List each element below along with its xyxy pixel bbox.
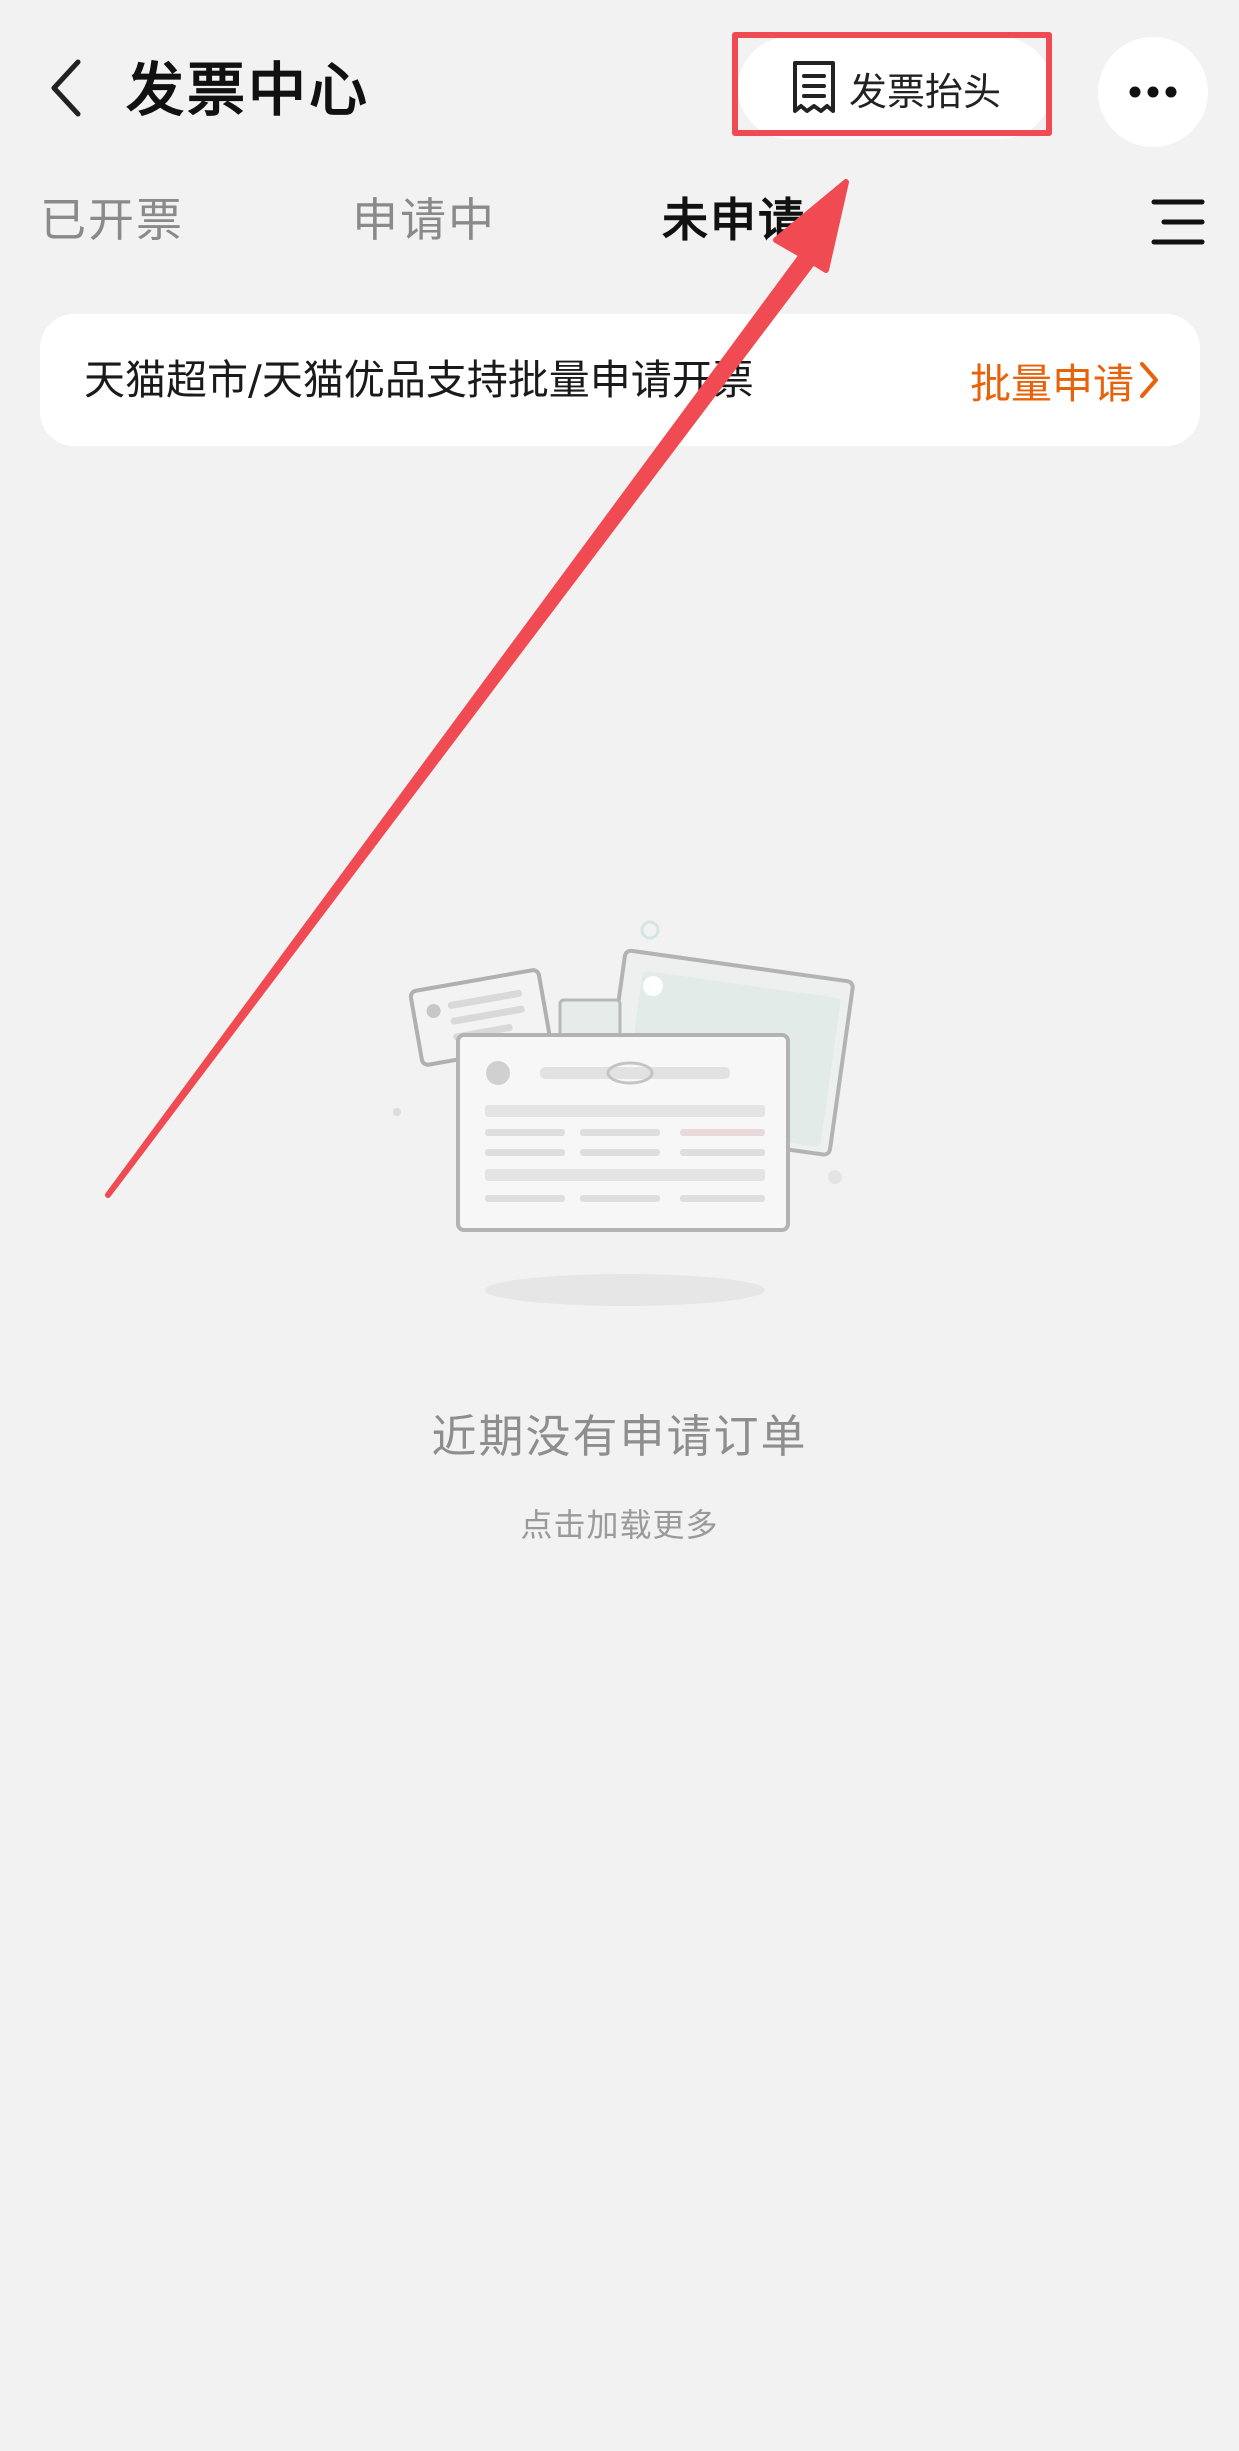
document-list-icon xyxy=(792,61,835,113)
back-button[interactable] xyxy=(36,52,96,124)
tab-applying[interactable]: 申请中 xyxy=(352,180,496,260)
banner-text: 天猫超市/天猫优品支持批量申请开票 xyxy=(84,356,754,404)
invoice-title-label: 发票抬头 xyxy=(848,69,1001,114)
batch-apply-label: 批量申请 xyxy=(970,360,1134,408)
batch-apply-link[interactable]: 批量申请 xyxy=(970,314,1160,446)
chevron-right-icon xyxy=(1140,362,1158,398)
empty-invoice-illustration xyxy=(393,920,855,1306)
batch-apply-banner: 天猫超市/天猫优品支持批量申请开票 批量申请 xyxy=(40,314,1200,446)
chevron-left-icon xyxy=(51,59,81,117)
invoice-title-button[interactable]: 发票抬头 xyxy=(738,37,1052,139)
more-dots-icon xyxy=(1129,86,1177,98)
filter-button[interactable] xyxy=(1150,196,1206,248)
page-title: 发票中心 xyxy=(126,56,371,124)
filter-lines-icon xyxy=(1151,199,1205,245)
tab-issued[interactable]: 已开票 xyxy=(40,180,184,260)
empty-state-title: 近期没有申请订单 xyxy=(431,1410,808,1463)
more-button[interactable] xyxy=(1098,37,1208,147)
invoice-center-page: 发票中心 发票抬头 已开票 申请中 未申请 天猫超市/天猫优品支持批量申请开票 xyxy=(0,0,1239,2451)
tab-not-applied[interactable]: 未申请 xyxy=(662,180,806,260)
load-more-link[interactable]: 点击加载更多 xyxy=(0,1500,1239,1546)
